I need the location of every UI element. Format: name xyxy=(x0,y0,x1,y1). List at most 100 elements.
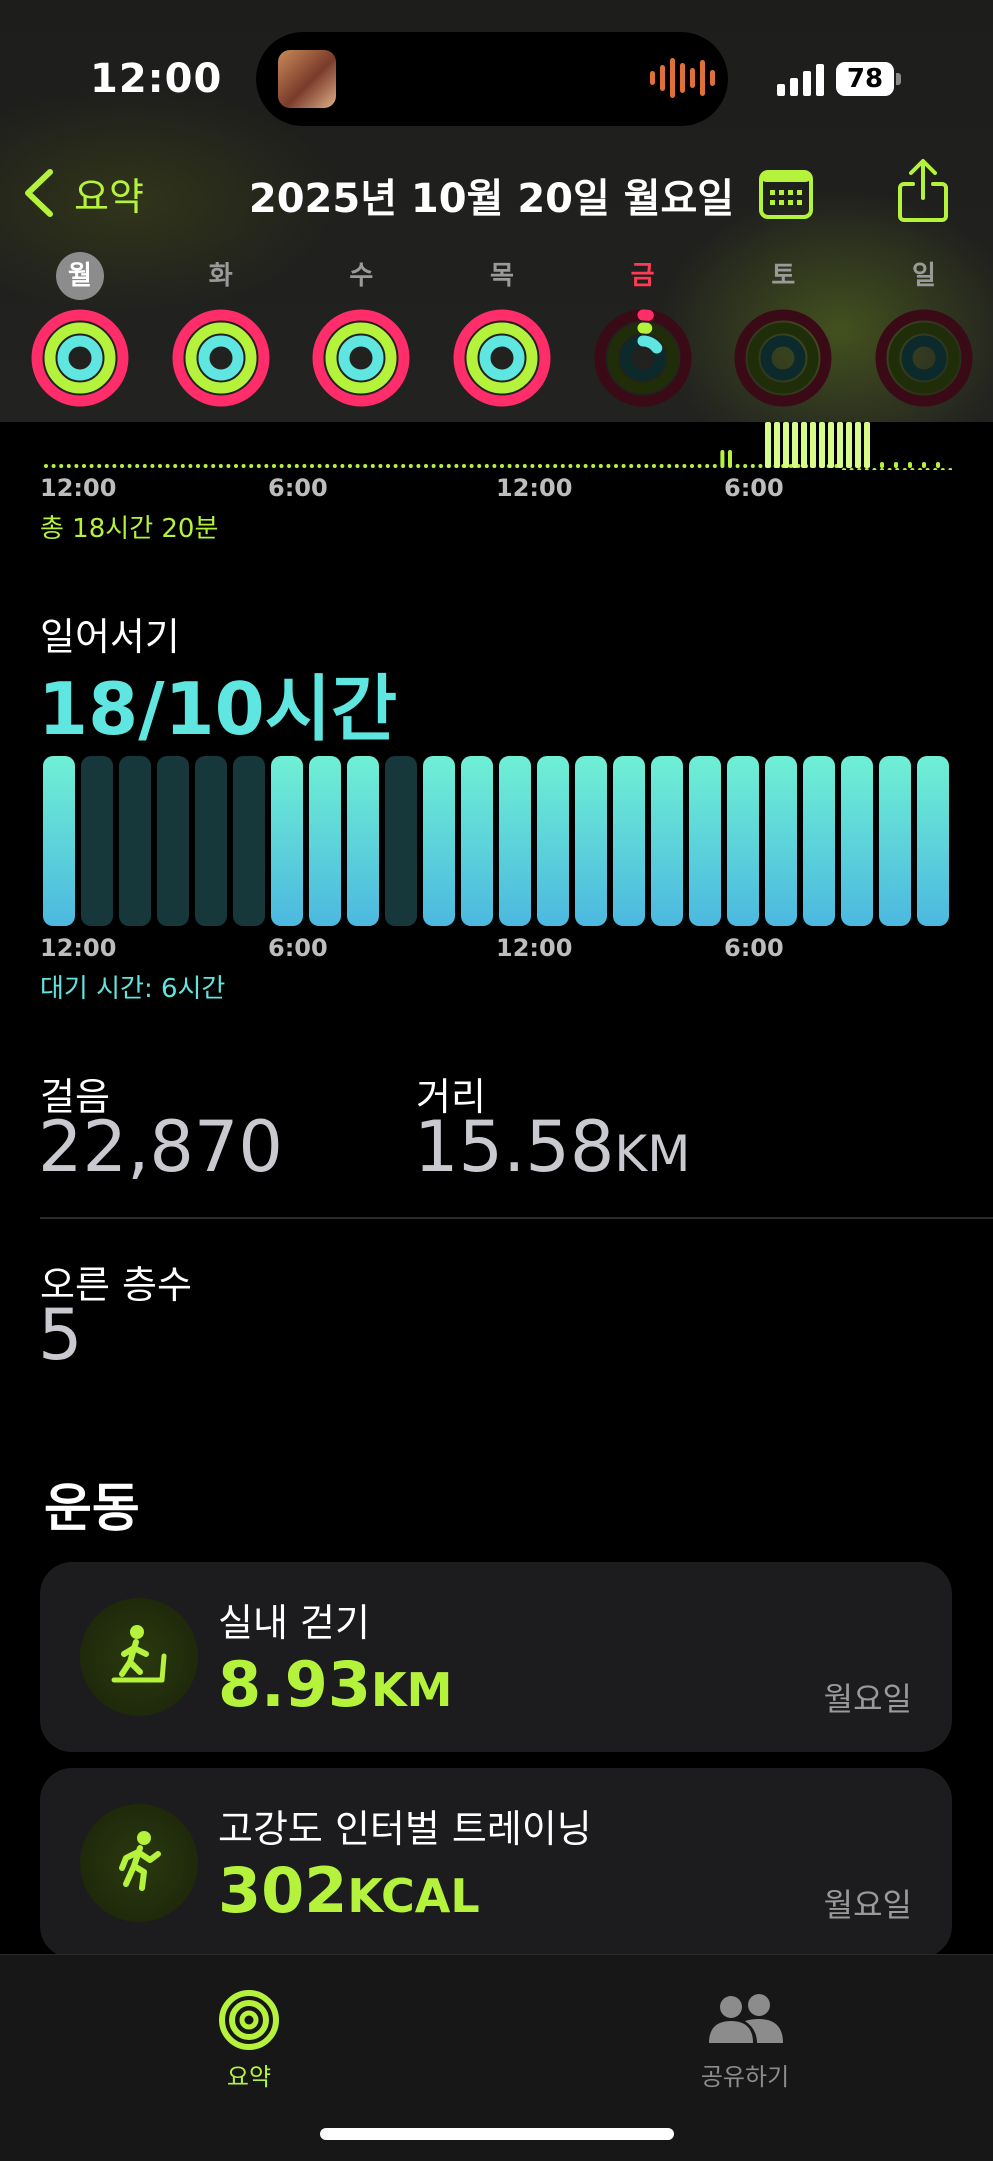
exercise-minute-mark xyxy=(576,464,580,468)
exercise-minute-mark xyxy=(606,464,611,468)
exercise-minute-mark xyxy=(127,464,132,468)
exercise-minute-mark xyxy=(530,464,535,468)
tab-summary[interactable]: 요약 xyxy=(206,1989,292,2092)
exercise-minute-mark xyxy=(203,464,208,468)
activity-rings xyxy=(312,309,410,407)
exercise-minute-mark xyxy=(925,468,930,470)
exercise-minute-mark xyxy=(325,464,330,468)
exercise-minute-mark xyxy=(120,464,124,468)
day-label: 목 xyxy=(490,261,514,291)
people-icon xyxy=(709,1994,783,2043)
exercise-minute-mark xyxy=(218,464,223,468)
exercise-minute-mark xyxy=(89,464,94,468)
exercise-minute-mark xyxy=(880,468,884,470)
exercise-minute-mark xyxy=(492,464,497,468)
exercise-minute-mark xyxy=(644,464,649,468)
exercise-minute-mark xyxy=(728,450,732,468)
day-1[interactable]: 화 xyxy=(171,252,271,408)
workout-card-indoor-walk[interactable]: 실내 걷기 8.93KM 월요일 xyxy=(40,1562,952,1752)
hiit-icon xyxy=(80,1804,198,1922)
activity-rings xyxy=(31,309,129,407)
axis-label: 12:00 xyxy=(40,934,117,962)
exercise-minute-mark xyxy=(97,464,102,468)
now-playing-artwork xyxy=(278,50,336,108)
exercise-minute-mark xyxy=(439,464,444,468)
exercise-minute-mark xyxy=(196,464,200,468)
exercise-minute-mark xyxy=(188,464,193,468)
exercise-minute-mark xyxy=(872,468,877,470)
exercise-minute-mark xyxy=(908,462,912,468)
exercise-minute-mark xyxy=(135,464,140,468)
exercise-minute-mark xyxy=(948,468,952,470)
exercise-minute-mark xyxy=(538,464,542,468)
exercise-minute-mark xyxy=(682,464,687,468)
stand-value: 18/10시간 xyxy=(38,667,398,751)
activity-rings xyxy=(734,309,832,407)
day-6[interactable]: 일 xyxy=(874,252,974,408)
workouts-title: 운동 xyxy=(44,1479,140,1539)
distance-value: 15.58KM xyxy=(414,1106,690,1188)
exercise-minute-mark xyxy=(454,464,459,468)
week-day-selector: 월화수 목 금토 일 xyxy=(30,252,974,408)
exercise-minute-bar xyxy=(801,422,807,468)
exercise-minute-mark xyxy=(849,468,854,470)
exercise-minute-mark xyxy=(583,464,588,468)
exercise-minute-mark xyxy=(378,464,383,468)
day-0[interactable]: 월 xyxy=(30,252,130,408)
exercise-minute-mark xyxy=(234,464,238,468)
exercise-minute-mark xyxy=(667,464,672,468)
activity-rings xyxy=(172,309,270,407)
workout-value: 8.93KM xyxy=(218,1648,452,1721)
exercise-minute-mark xyxy=(317,464,322,468)
exercise-minute-mark xyxy=(180,464,185,468)
axis-label: 12:00 xyxy=(496,474,573,502)
exercise-minute-mark xyxy=(226,464,231,468)
exercise-minute-mark xyxy=(446,464,451,468)
exercise-minute-mark xyxy=(211,464,216,468)
stand-hour-bar-met xyxy=(727,756,759,926)
exercise-total: 총 18시간 20분 xyxy=(40,514,219,544)
workout-day: 월요일 xyxy=(823,1886,912,1924)
stand-hour-bar-met xyxy=(917,756,949,926)
activity-rings xyxy=(453,309,551,407)
day-2[interactable]: 수 xyxy=(311,252,411,408)
exercise-minute-mark xyxy=(355,464,360,468)
exercise-minute-mark xyxy=(922,462,926,468)
day-5[interactable]: 토 xyxy=(733,252,833,408)
workout-unit: KCAL xyxy=(347,1869,480,1923)
tab-sharing[interactable]: 공유하기 xyxy=(690,1989,800,2092)
stand-hour-bar-met xyxy=(613,756,645,926)
workout-card-hiit[interactable]: 고강도 인터벌 트레이닝 302KCAL 월요일 xyxy=(40,1768,952,1958)
exercise-minute-mark xyxy=(142,464,147,468)
exercise-minute-bar xyxy=(855,422,861,468)
exercise-minute-mark xyxy=(310,464,314,468)
exercise-minute-mark xyxy=(674,464,679,468)
workout-unit: KM xyxy=(370,1663,453,1717)
workout-name: 실내 걷기 xyxy=(218,1601,370,1645)
share-icon[interactable] xyxy=(896,158,950,228)
exercise-minute-mark xyxy=(59,464,64,468)
exercise-minute-mark xyxy=(895,468,900,470)
exercise-minute-mark xyxy=(104,464,109,468)
stand-hour-bar-missed xyxy=(81,756,113,926)
exercise-minute-mark xyxy=(705,464,710,468)
exercise-minute-mark xyxy=(51,464,56,468)
stand-hour-bar-met xyxy=(575,756,607,926)
exercise-minute-mark xyxy=(241,464,246,468)
exercise-minute-mark xyxy=(158,464,162,468)
exercise-minute-mark xyxy=(249,464,254,468)
exercise-minute-mark xyxy=(279,464,284,468)
day-label: 일 xyxy=(911,261,936,291)
exercise-minute-mark xyxy=(758,464,763,468)
exercise-minute-mark xyxy=(287,464,292,468)
exercise-minute-bar xyxy=(846,422,852,468)
exercise-minute-bar xyxy=(783,422,789,468)
exercise-minute-mark xyxy=(842,468,846,470)
exercise-minute-mark xyxy=(500,464,504,468)
axis-label: 6:00 xyxy=(268,474,328,502)
calendar-icon[interactable] xyxy=(758,166,814,224)
exercise-minute-mark xyxy=(864,468,869,470)
day-4[interactable]: 금 xyxy=(593,252,693,408)
exercise-minute-mark xyxy=(416,464,421,468)
day-3[interactable]: 목 xyxy=(452,252,552,408)
